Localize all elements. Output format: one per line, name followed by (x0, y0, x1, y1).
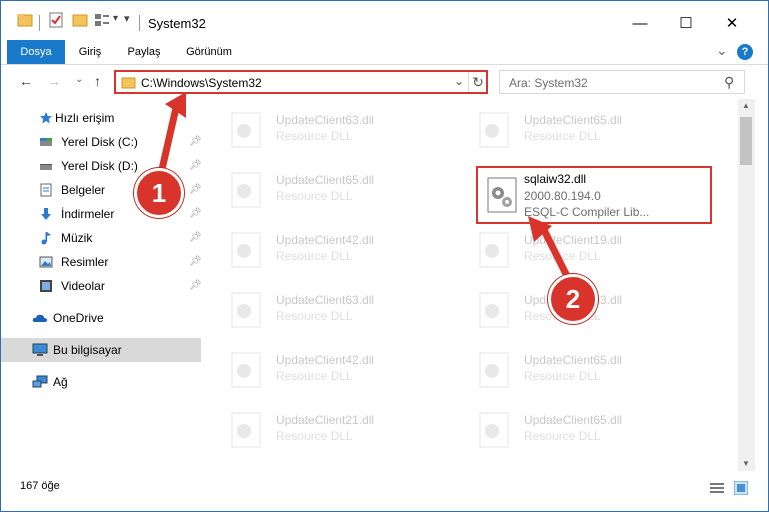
step-2-badge: 2 (548, 274, 598, 324)
annotation-arrows (156, 92, 574, 286)
step-1-badge: 1 (134, 168, 184, 218)
arrow-2-line (538, 222, 574, 286)
